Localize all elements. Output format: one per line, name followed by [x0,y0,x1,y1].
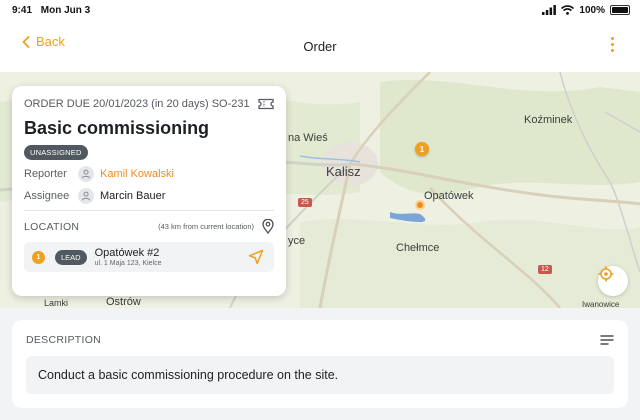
user-avatar-icon [78,166,94,182]
location-number: 1 [32,250,45,264]
battery-icon [610,5,630,15]
description-label: DESCRIPTION [26,334,102,346]
map-label-wies: na Wieś [288,132,328,144]
text-lines-icon[interactable] [600,334,614,346]
reporter-label: Reporter [24,168,67,180]
road-shield-25: 25 [298,198,312,207]
location-address: ul. 1 Maja 123, Kielce [94,260,162,267]
description-card: DESCRIPTION Conduct a basic commissionin… [12,320,628,408]
location-text: Opatówek #2 ul. 1 Maja 123, Kielce [95,247,248,267]
back-button[interactable]: Back [22,34,65,49]
chevron-left-icon [22,35,30,48]
map-label-kozminek: Koźminek [524,114,573,126]
status-date: Mon Jun 3 [40,4,91,16]
assignee-label: Assignee [24,190,70,202]
more-options-button[interactable] [606,34,618,54]
map-pin-marker[interactable]: 1 [415,142,429,156]
map-label-kalisz: Kalisz [326,164,361,179]
description-header: DESCRIPTION [26,334,614,346]
map-label-yce: yce [288,235,306,247]
location-distance: (43 km from current location) [158,222,254,231]
map-label-lamki: Lamki [44,298,69,308]
page-title: Order [303,38,337,54]
user-avatar-icon [78,188,94,204]
location-header-right: (43 km from current location) [158,219,274,234]
reporter-name[interactable]: Kamil Kowalski [100,168,174,180]
crosshair-icon [598,266,614,282]
status-left: 9:41 Mon Jun 3 [12,5,96,16]
status-bar: 9:41 Mon Jun 3 100% [0,0,640,20]
battery-percent: 100% [579,4,605,16]
location-label: LOCATION [24,220,80,233]
map-label-ivanowice: Iwanowice [582,300,620,308]
location-name: Opatówek #2 [94,247,160,259]
description-text: Conduct a basic commissioning procedure … [26,356,614,394]
order-card: ORDER DUE 20/01/2023 (in 20 days) SO-231… [12,86,286,296]
wifi-icon [561,5,575,15]
map-label-ostrow: Ostrów [106,296,141,308]
status-time: 9:41 [12,4,33,16]
locate-me-button[interactable] [598,266,628,296]
more-dot-icon [610,48,614,52]
assignee-row: Assignee Marcin Bauer [24,188,274,204]
order-title: Basic commissioning [24,118,210,138]
back-label: Back [36,34,65,49]
status-right: 100% [542,5,630,16]
map-pin-icon[interactable] [262,219,274,234]
location-item[interactable]: 1 LEAD Opatówek #2 ul. 1 Maja 123, Kielc… [24,242,274,272]
road-shield-12: 12 [538,265,552,274]
divider [24,210,274,211]
signal-icon [542,5,557,15]
more-dot-icon [610,36,614,40]
lead-badge: LEAD [55,249,87,265]
order-due: ORDER DUE 20/01/2023 (in 20 days) SO-231 [24,98,250,110]
map-label-chelmce: Chełmce [396,242,440,254]
map-location-dot [415,200,425,210]
location-header: LOCATION (43 km from current location) [24,219,274,234]
map-label-opatowek: Opatówek [424,190,474,202]
nav-bar: Back Order [0,20,640,72]
reporter-row: Reporter Kamil Kowalski [24,166,274,182]
order-card-header: ORDER DUE 20/01/2023 (in 20 days) SO-231 [24,98,274,110]
more-dot-icon [610,42,614,46]
assignee-name: Marcin Bauer [100,190,166,202]
status-badge: UNASSIGNED [24,145,88,160]
ticket-icon [258,98,274,110]
navigate-arrow-icon[interactable] [248,249,264,265]
